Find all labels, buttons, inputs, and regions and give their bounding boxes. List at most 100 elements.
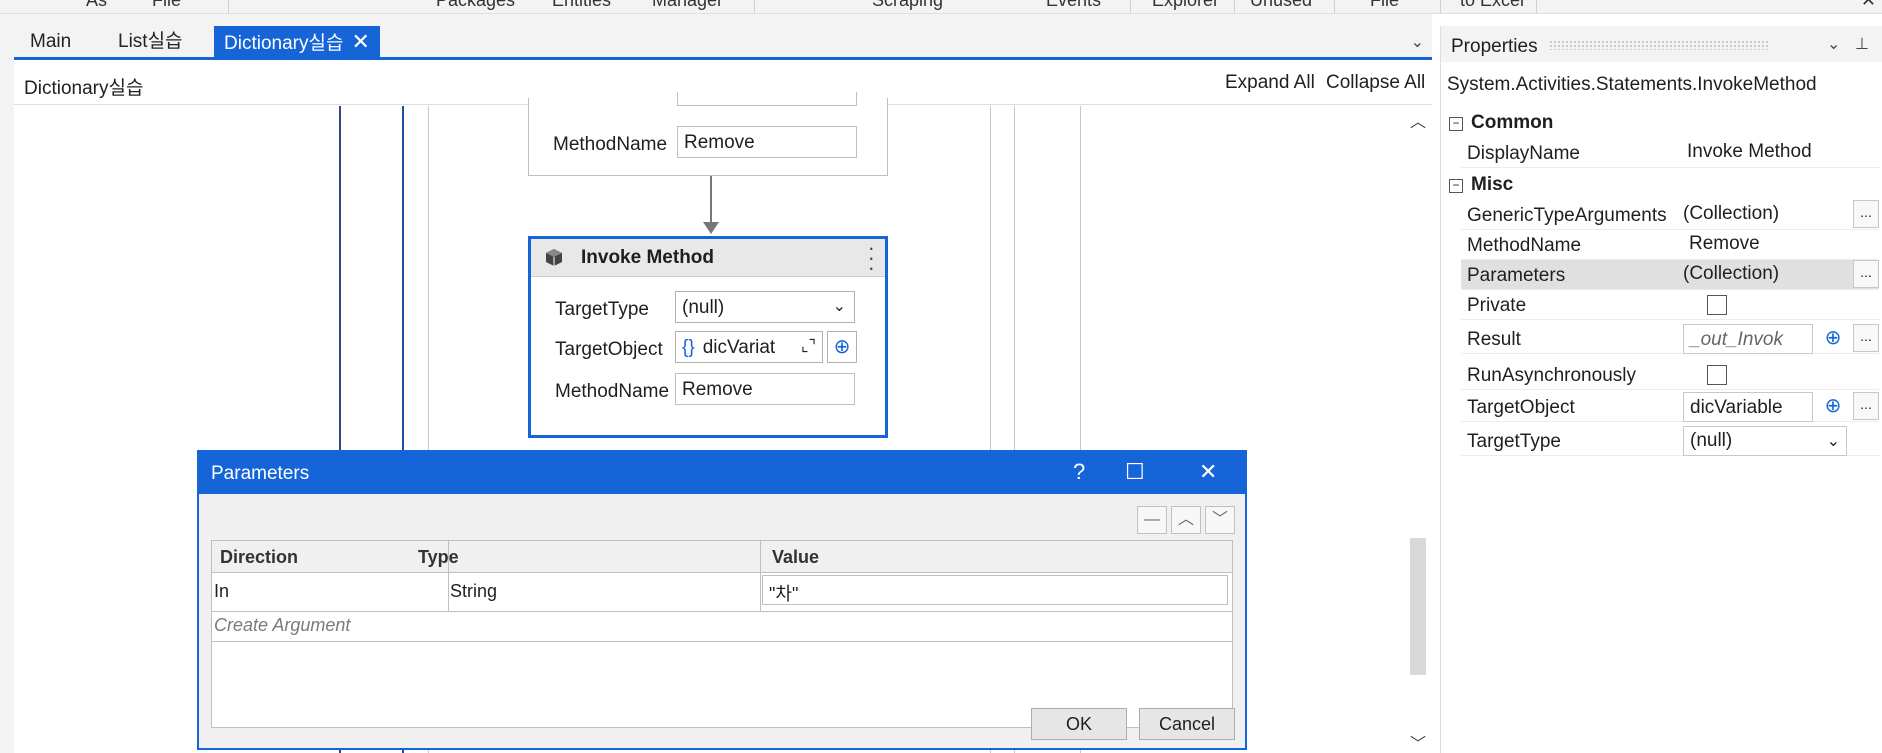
ribbon-item[interactable]: File [1370,0,1399,11]
ribbon-item[interactable]: Explorer [1152,0,1219,11]
property-name: Private [1467,295,1527,316]
property-name: DisplayName [1467,143,1580,164]
value-input[interactable]: "차" [762,575,1228,605]
property-name: TargetType [1467,431,1561,452]
method-name-label: MethodName [555,381,670,402]
private-checkbox[interactable] [1707,295,1727,315]
property-value: (Collection) [1683,263,1780,284]
property-targettype[interactable]: TargetType (null) ⌄ [1461,426,1879,456]
property-methodname[interactable]: MethodName Remove [1461,230,1879,260]
target-type-value: (null) [682,297,725,318]
close-icon[interactable]: ✕ [1199,459,1217,485]
target-type-select[interactable]: (null) ⌄ [675,291,855,323]
ellipsis-button[interactable]: ... [1853,200,1879,228]
scroll-up-icon[interactable]: ︿ [1410,108,1426,132]
ribbon-item[interactable]: to Excel [1460,0,1524,11]
help-button[interactable]: ? [1073,459,1085,485]
chevron-down-icon[interactable]: ⌄ [1827,34,1840,54]
add-variable-button[interactable]: ⊕ [827,331,857,363]
result-input[interactable]: _out_Invok [1683,324,1813,354]
property-parameters[interactable]: Parameters (Collection) ... [1461,260,1879,290]
more-options-icon[interactable]: · · · [868,237,875,279]
ribbon-separator [1234,0,1235,13]
ribbon-item[interactable]: Unused [1250,0,1312,11]
ok-button[interactable]: OK [1031,708,1127,740]
method-name-label: MethodName [553,134,668,155]
ribbon-item[interactable]: File [152,0,181,11]
dialog-title-bar[interactable]: Parameters ? ☐ ✕ [199,452,1245,494]
add-variable-icon[interactable]: ⊕ [1819,324,1847,354]
properties-panel: Properties ⌄ ⊥ System.Activities.Stateme… [1440,26,1882,753]
ellipsis-button[interactable]: ... [1853,260,1879,288]
drag-grip[interactable] [1549,40,1769,50]
ribbon-item[interactable]: Entities [552,0,611,11]
left-margin [0,14,14,753]
move-up-button[interactable]: ︿ [1171,506,1201,534]
direction-cell[interactable]: In [214,581,229,602]
activity-header[interactable]: Invoke Method · · · [531,237,885,279]
property-value: (Collection) [1683,203,1780,224]
maximize-icon[interactable]: ☐ [1125,459,1145,485]
row-divider [212,611,1232,612]
target-object-input[interactable]: dicVariable [1683,392,1813,422]
collapse-icon[interactable]: − [1449,179,1463,193]
property-private[interactable]: Private [1461,290,1879,320]
dialog-title: Parameters [211,463,310,484]
target-object-label: TargetObject [555,339,663,360]
ellipsis-button[interactable]: ... [1853,392,1879,420]
row-divider [212,641,1232,642]
ribbon-item[interactable]: Manager [652,0,723,11]
ribbon-item[interactable]: Events [1046,0,1101,11]
properties-header: Properties ⌄ ⊥ [1441,26,1882,62]
remove-argument-button[interactable]: — [1137,506,1167,534]
property-value[interactable]: Invoke Method [1687,141,1812,163]
method-name-field[interactable]: Remove [677,126,857,158]
target-type-label: TargetType [555,299,649,320]
pin-icon[interactable]: ⊥ [1855,34,1869,54]
tab-dictionary[interactable]: Dictionary실습 ✕ [214,26,380,60]
create-argument-link[interactable]: Create Argument [214,615,350,636]
category-misc[interactable]: − Misc [1449,174,1513,196]
vertical-scrollbar-thumb[interactable] [1410,538,1426,675]
type-cell[interactable]: String [450,581,497,602]
column-header-direction[interactable]: Direction [220,547,298,568]
cancel-button[interactable]: Cancel [1139,708,1235,740]
move-down-button[interactable]: ﹀ [1205,506,1235,534]
property-value[interactable]: Remove [1689,233,1760,255]
close-icon[interactable]: ✕ [1861,0,1876,11]
property-generictypearguments[interactable]: GenericTypeArguments (Collection) ... [1461,200,1879,230]
property-runasynchronously[interactable]: RunAsynchronously [1461,360,1879,390]
ribbon-item[interactable]: Scraping [872,0,943,11]
add-variable-icon[interactable]: ⊕ [1819,392,1847,422]
tab-label: List실습 [118,31,183,52]
collapse-all-button[interactable]: Collapse All [1326,72,1425,94]
collapse-icon[interactable]: − [1449,117,1463,131]
chevron-down-icon[interactable]: ⌄ [1411,32,1424,52]
property-displayname[interactable]: DisplayName Invoke Method [1461,138,1879,168]
close-tab-icon[interactable]: ✕ [351,29,369,54]
property-result[interactable]: Result _out_Invok ⊕ ... [1461,324,1879,354]
ribbon-separator [754,0,755,13]
arguments-grid: Direction Type Value In String "차" Creat… [211,540,1233,728]
category-common[interactable]: − Common [1449,112,1553,134]
ellipsis-button[interactable]: ... [1853,324,1879,352]
scroll-down-icon[interactable]: ﹀ [1410,730,1426,753]
expand-all-button[interactable]: Expand All [1225,72,1315,94]
column-header-type[interactable]: Type [418,547,459,568]
document-tab-bar: Main List실습 Dictionary실습 ✕ ⌄ [14,14,1432,60]
target-type-select[interactable]: (null) ⌄ [1683,426,1847,456]
previous-activity[interactable]: MethodName Remove [528,92,888,176]
category-label: Common [1471,112,1554,133]
run-async-checkbox[interactable] [1707,365,1727,385]
property-name: RunAsynchronously [1467,365,1636,386]
invoke-method-activity[interactable]: Invoke Method · · · TargetType (null) ⌄ Ta… [528,236,888,438]
column-divider [760,541,761,611]
property-targetobject[interactable]: TargetObject dicVariable ⊕ ... [1461,392,1879,422]
method-name-field[interactable]: Remove [675,373,855,405]
expand-editor-icon[interactable]: ⌞⌝ [801,336,816,356]
target-object-field[interactable]: {} dicVariat ⌞⌝ [675,331,823,363]
breadcrumb[interactable]: Dictionary실습 [24,73,143,100]
ribbon-item[interactable]: As [86,0,107,11]
ribbon-item[interactable]: Packages [436,0,515,11]
column-header-value[interactable]: Value [772,547,819,568]
